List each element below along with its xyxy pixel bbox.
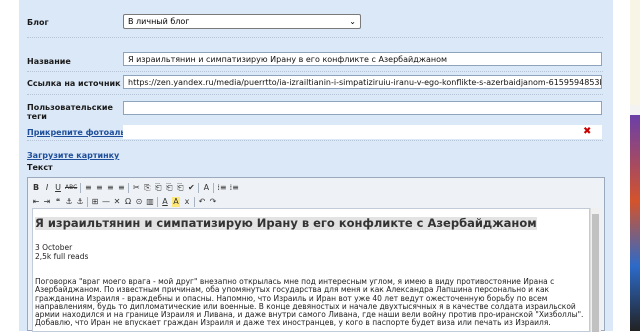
find-icon[interactable]: A	[202, 183, 210, 193]
divider	[27, 140, 603, 141]
toolbar-separator	[213, 182, 215, 193]
source-input[interactable]: https://zen.yandex.ru/media/puerrtto/ia-…	[123, 75, 602, 89]
article-date: 3 October	[35, 243, 73, 252]
smiley-icon[interactable]: ⊙	[135, 197, 143, 207]
upload-image-link[interactable]: Загрузите картинку	[27, 151, 119, 160]
divider	[27, 71, 603, 72]
tags-input[interactable]	[123, 101, 602, 115]
source-label: Ссылка на источник	[27, 79, 121, 88]
clear-icon[interactable]: x	[183, 197, 191, 207]
editor-scrollbar[interactable]	[590, 208, 601, 332]
blockquote-icon[interactable]: ❝	[54, 197, 62, 207]
link-icon[interactable]: ⚓	[65, 197, 73, 207]
italic-button[interactable]: I	[43, 183, 51, 193]
bulleted-list-icon[interactable]: ⁞≡	[217, 183, 226, 193]
toolbar-separator	[194, 196, 195, 207]
title-input[interactable]: Я израильтянин и симпатизирую Ирану в ег…	[123, 52, 602, 66]
editor-toolbar-row2: ⇤ ⇥ ❝ ⚓ ⚓ ⊞ — ✕ Ω ⊙ ▥ A A x ↶ ↷	[32, 195, 217, 208]
toolbar-separator	[157, 196, 158, 207]
text-color-icon[interactable]: A	[161, 197, 169, 207]
paste-word-icon[interactable]: ⎗	[176, 183, 184, 193]
bold-button[interactable]: B	[32, 183, 40, 193]
paste-icon[interactable]: ⎗	[154, 183, 162, 193]
toolbar-separator	[87, 196, 88, 207]
article-heading: Я израильтянин и симпатизирую Ирану в ег…	[35, 216, 537, 230]
close-icon[interactable]: ✖	[583, 127, 591, 137]
anchor-icon[interactable]: ⚓	[76, 197, 84, 207]
align-right-icon[interactable]: ≡	[106, 183, 114, 193]
sidebar-banner-image	[630, 115, 640, 331]
numbered-list-icon[interactable]: ⁞≡	[230, 183, 239, 193]
blog-select-value: В личный блог	[128, 17, 190, 26]
underline-button[interactable]: U	[54, 183, 62, 193]
toolbar-separator	[198, 182, 200, 193]
chevron-down-icon: ⌄	[349, 17, 356, 26]
align-justify-icon[interactable]: ≡	[117, 183, 125, 193]
spellcheck-icon[interactable]: ✔	[187, 183, 195, 193]
divider	[27, 94, 603, 95]
media-icon[interactable]: ▥	[146, 197, 154, 207]
sidebar-panel	[630, 0, 640, 105]
cut-icon[interactable]: ✂	[132, 183, 140, 193]
strikethrough-button[interactable]: ABC	[65, 183, 77, 193]
toolbar-separator	[128, 182, 130, 193]
article-paragraph: Поговорка "враг моего врага - мой друг" …	[35, 277, 584, 328]
undo-icon[interactable]: ↶	[198, 197, 206, 207]
horizontal-rule-icon[interactable]: —	[102, 197, 110, 207]
scrollbar-thumb[interactable]	[592, 214, 599, 332]
special-char-icon[interactable]: Ω	[124, 197, 132, 207]
table-icon[interactable]: ⊞	[91, 197, 99, 207]
paste-text-icon[interactable]: ⎗	[165, 183, 173, 193]
redo-icon[interactable]: ↷	[209, 197, 217, 207]
remove-format-icon[interactable]: ✕	[113, 197, 121, 207]
tags-label: Пользовательские теги	[27, 103, 113, 121]
blog-label: Блог	[27, 18, 49, 27]
photoalbum-field	[123, 125, 602, 139]
background-color-icon[interactable]: A	[172, 196, 180, 207]
title-label: Название	[27, 57, 71, 66]
indent-icon[interactable]: ⇥	[43, 197, 51, 207]
article-reads: 2,5k full reads	[35, 252, 89, 261]
align-center-icon[interactable]: ≡	[95, 183, 103, 193]
toolbar-separator	[80, 182, 82, 193]
editor-content-area[interactable]: Я израильтянин и симпатизирую Ирану в ег…	[32, 208, 590, 332]
rich-text-editor: B I U ABC ≡ ≡ ≡ ≡ ✂ ⎘ ⎗ ⎗ ⎗ ✔ A ⁞≡ ⁞≡ ⇤ …	[27, 177, 605, 332]
align-left-icon[interactable]: ≡	[84, 183, 92, 193]
blog-select[interactable]: В личный блог ⌄	[123, 14, 361, 29]
text-label: Текст	[27, 163, 53, 172]
outdent-icon[interactable]: ⇤	[32, 197, 40, 207]
copy-icon[interactable]: ⎘	[143, 183, 151, 193]
divider	[27, 37, 603, 38]
editor-toolbar-row1: B I U ABC ≡ ≡ ≡ ≡ ✂ ⎘ ⎗ ⎗ ⎗ ✔ A ⁞≡ ⁞≡	[32, 181, 239, 194]
